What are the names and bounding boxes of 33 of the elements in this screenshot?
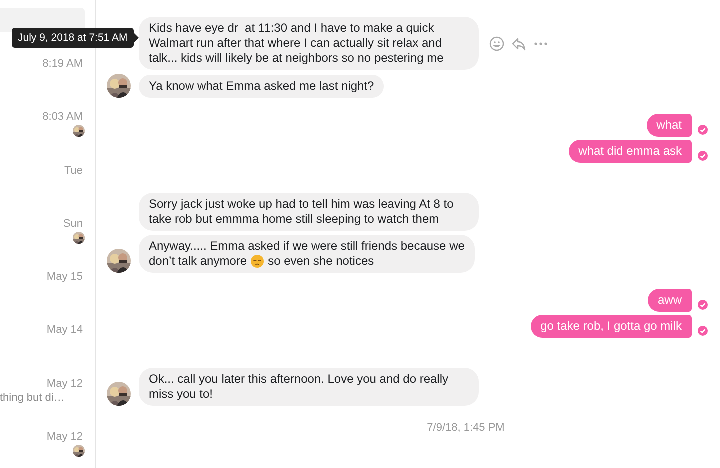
conversation-time: May 15 (46, 270, 83, 284)
message-bubble: what did emma ask (568, 140, 692, 163)
message-text: so even she notices (268, 254, 374, 269)
message-bubble: Kids have eye dr at 11:30 and I have to make a quick Walmart run after that where I can actually sit relax and talk... kids will likely be at neighbors so no pestering me (139, 17, 479, 70)
sidebar-item[interactable]: May 15 (0, 270, 95, 324)
sidebar-item[interactable]: May 14 (0, 323, 95, 377)
sad-emoji-icon (251, 255, 264, 268)
conversation-time: 8:19 AM (42, 57, 83, 71)
sidebar-item[interactable]: May 12 thing but di… (0, 376, 95, 430)
tooltip-pointer (134, 33, 139, 43)
conversation-time: May 12 (46, 376, 83, 391)
message-bubble: Ok... call you later this afternoon. Love you and do really miss you to! (139, 368, 479, 406)
message-bubble: what (646, 114, 692, 137)
reply-icon[interactable] (511, 36, 527, 52)
message-bubble: aww (648, 289, 692, 312)
sidebar-item[interactable]: Sun (0, 216, 95, 270)
conversation-time: Sun (63, 216, 83, 231)
message-text: don’t talk anymore (149, 254, 248, 269)
message-bubble: Sorry jack just woke up had to tell him was leaving At 8 to take rob but emmma home still sleeping to watch them (139, 193, 479, 231)
sidebar-item[interactable]: May 12 (0, 430, 95, 468)
sidebar-item[interactable]: Tue (0, 164, 95, 217)
conversation-time: 8:03 AM (42, 110, 83, 124)
conversation-time: May 12 (46, 430, 83, 444)
emoji-icon[interactable] (489, 36, 505, 52)
conversation-snippet: thing but di… (0, 392, 65, 404)
conversation-time: Tue (64, 164, 83, 178)
timestamp: 7/9/18, 1:45 PM (427, 422, 505, 434)
sidebar-item[interactable]: 8:03 AM (0, 110, 95, 164)
message-text: Anyway..... Emma asked if we were still friends because we (149, 239, 465, 254)
message-bubble: go take rob, I gotta go milk (530, 315, 692, 338)
message-bubble: Ya know what Emma asked me last night? (139, 75, 384, 98)
sidebar-item[interactable]: 8:19 AM (0, 57, 95, 110)
conversation-time: May 14 (46, 323, 83, 338)
